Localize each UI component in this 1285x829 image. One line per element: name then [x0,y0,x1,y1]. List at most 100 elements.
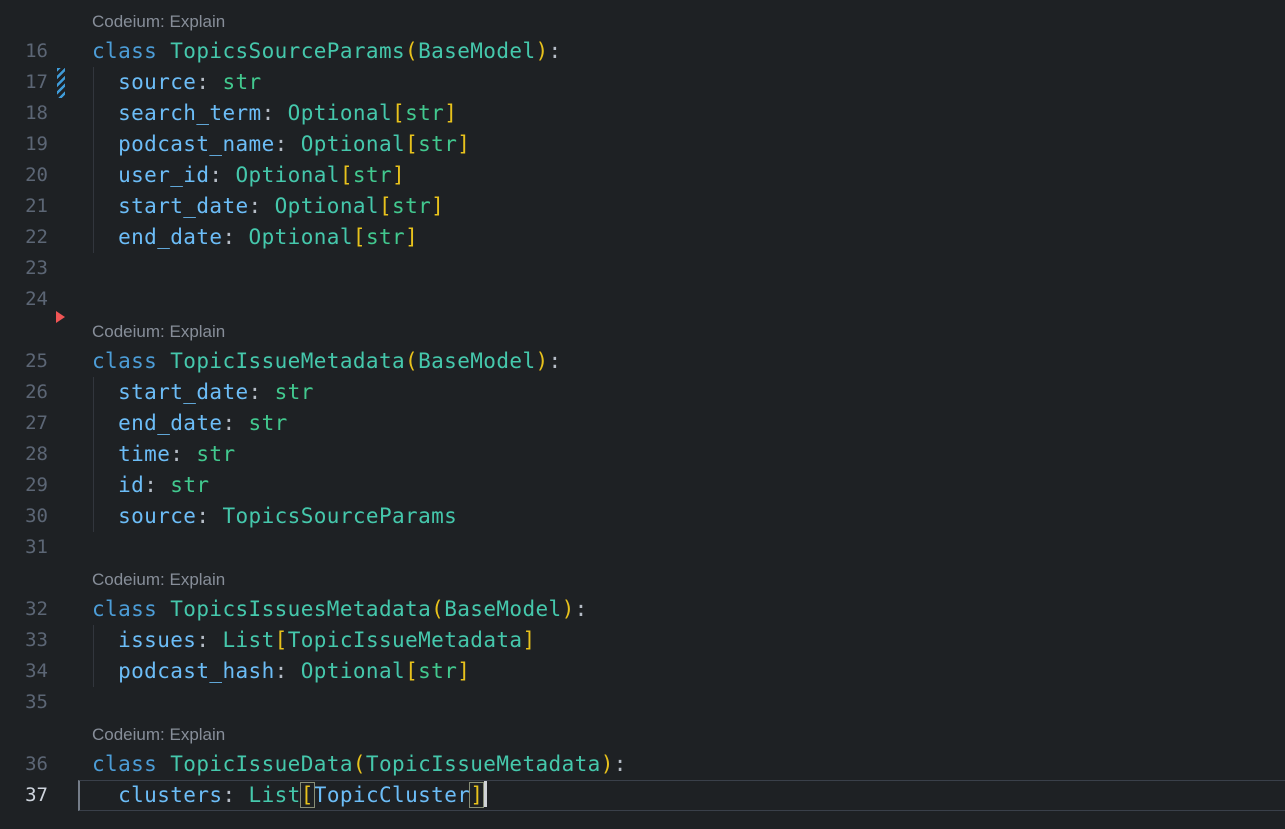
line-number[interactable]: 31 [0,532,48,563]
code-line[interactable] [78,532,1285,563]
code-token: clusters [118,783,223,807]
code-token: : [274,132,301,156]
line-number[interactable]: 25 [0,346,48,377]
matched-bracket-token: ] [469,782,485,808]
code-line[interactable] [78,284,1285,315]
code-token: : [548,349,562,373]
code-token: : [248,194,275,218]
line-number[interactable]: 30 [0,501,48,532]
editor-row: 20 user_id: Optional[str] [0,160,1285,191]
line-number[interactable]: 16 [0,36,48,67]
editor-row: 25 class TopicIssueMetadata(BaseModel): [0,346,1285,377]
code-token: TopicsIssuesMetadata [170,597,432,621]
line-number [0,315,48,346]
line-number[interactable]: 19 [0,129,48,160]
matched-bracket-token: [ [299,782,315,808]
code-line[interactable]: start_date: Optional[str] [78,191,1285,222]
line-number[interactable]: 36 [0,749,48,780]
code-token: : [261,101,288,125]
code-line[interactable]: class TopicIssueMetadata(BaseModel): [78,346,1285,377]
code-token: str [352,163,393,187]
code-token: : [248,380,275,404]
code-line[interactable]: class TopicsSourceParams(BaseModel): [78,36,1285,67]
line-number[interactable]: 20 [0,160,48,191]
codelens-content[interactable]: Codeium: Explain [78,315,1285,346]
code-token: : [548,39,562,63]
code-token: ( [352,752,366,776]
code-line[interactable]: user_id: Optional[str] [78,160,1285,191]
line-number[interactable]: 26 [0,377,48,408]
code-token: BaseModel [418,349,536,373]
code-token: class [92,597,171,621]
code-line[interactable]: podcast_name: Optional[str] [78,129,1285,160]
code-line[interactable]: issues: List[TopicIssueMetadata] [78,625,1285,656]
code-token: end_date [118,225,223,249]
line-number[interactable]: 37 [0,780,48,811]
line-number[interactable]: 27 [0,408,48,439]
code-token: str [248,411,288,435]
code-token: Optional [235,163,340,187]
code-line[interactable]: start_date: str [78,377,1285,408]
line-number[interactable]: 34 [0,656,48,687]
line-number[interactable]: 23 [0,253,48,284]
code-token: end_date [118,411,223,435]
code-line[interactable]: id: str [78,470,1285,501]
code-token: issues [118,628,197,652]
code-line[interactable]: class TopicIssueData(TopicIssueMetadata)… [78,749,1285,780]
line-number[interactable]: 32 [0,594,48,625]
line-number[interactable]: 24 [0,284,48,315]
code-line[interactable]: time: str [78,439,1285,470]
code-line[interactable]: class TopicsIssuesMetadata(BaseModel): [78,594,1285,625]
code-token: class [92,752,171,776]
editor-row: 34 podcast_hash: Optional[str] [0,656,1285,687]
codelens-content[interactable]: Codeium: Explain [78,563,1285,594]
code-line[interactable]: clusters: List[TopicCluster] [78,780,1285,811]
code-line[interactable] [78,687,1285,718]
line-number[interactable]: 33 [0,625,48,656]
line-number [0,563,48,594]
code-token: TopicCluster [313,783,471,807]
code-token: [ [378,194,393,218]
code-token: TopicIssueMetadata [170,349,406,373]
code-token: ] [457,659,471,683]
line-number[interactable]: 21 [0,191,48,222]
line-number[interactable]: 18 [0,98,48,129]
code-token: : [274,659,301,683]
code-line[interactable]: end_date: Optional[str] [78,222,1285,253]
code-line[interactable]: source: str [78,67,1285,98]
code-token: : [144,473,171,497]
codelens-explain-link[interactable]: Codeium: Explain [92,725,225,744]
editor-row: 29 id: str [0,470,1285,501]
code-token: : [574,597,588,621]
code-token: time [118,442,171,466]
editor-row: 26 start_date: str [0,377,1285,408]
editor-row: 27 end_date: str [0,408,1285,439]
code-token: TopicIssueMetadata [287,628,523,652]
code-token: : [196,504,223,528]
line-number[interactable]: 28 [0,439,48,470]
modified-line-gutter-marker [57,68,65,98]
line-number[interactable]: 29 [0,470,48,501]
code-token: ] [431,194,445,218]
line-number[interactable]: 22 [0,222,48,253]
code-line[interactable] [78,253,1285,284]
editor-row: 16 class TopicsSourceParams(BaseModel): [0,36,1285,67]
code-line[interactable]: search_term: Optional[str] [78,98,1285,129]
code-line[interactable]: end_date: str [78,408,1285,439]
codelens-content[interactable]: Codeium: Explain [78,718,1285,749]
codelens-explain-link[interactable]: Codeium: Explain [92,12,225,31]
editor-row: 35 [0,687,1285,718]
code-line[interactable]: source: TopicsSourceParams [78,501,1285,532]
code-line[interactable]: podcast_hash: Optional[str] [78,656,1285,687]
code-token: ) [561,597,575,621]
codelens-explain-link[interactable]: Codeium: Explain [92,570,225,589]
line-number[interactable]: 35 [0,687,48,718]
editor-row: 32 class TopicsIssuesMetadata(BaseModel): [0,594,1285,625]
line-number[interactable]: 17 [0,67,48,98]
editor-row: 19 podcast_name: Optional[str] [0,129,1285,160]
codelens-content[interactable]: Codeium: Explain [78,5,1285,36]
codelens-explain-link[interactable]: Codeium: Explain [92,322,225,341]
